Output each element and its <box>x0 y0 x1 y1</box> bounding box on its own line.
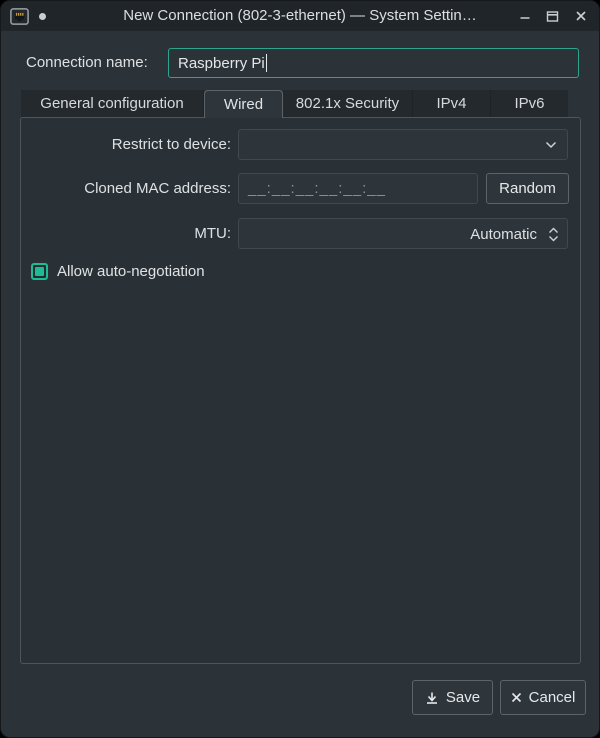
auto-negotiation-checkbox-row[interactable]: Allow auto-negotiation <box>31 263 205 280</box>
auto-negotiation-label: Allow auto-negotiation <box>57 263 205 280</box>
window-title: New Connection (802-3-ethernet) — System… <box>123 7 477 24</box>
titlebar[interactable]: New Connection (802-3-ethernet) — System… <box>1 1 599 31</box>
restrict-to-device-combobox[interactable] <box>238 129 568 160</box>
cloned-mac-input[interactable]: __:__:__:__:__:__ <box>238 173 478 204</box>
restrict-to-device-label: Restrict to device: <box>111 136 231 153</box>
connection-name-input[interactable]: Raspberry Pi <box>168 48 579 78</box>
mtu-label: MTU: <box>194 225 231 242</box>
chevron-down-icon <box>545 141 557 148</box>
cloned-mac-label: Cloned MAC address: <box>84 180 231 197</box>
tab-wired[interactable]: Wired <box>204 90 283 118</box>
tab-ipv6[interactable]: IPv6 <box>491 90 568 117</box>
tab-bar: General configuration Wired 802.1x Secur… <box>21 90 568 118</box>
text-caret <box>265 54 267 72</box>
save-button[interactable]: Save <box>412 680 493 715</box>
tab-general-configuration[interactable]: General configuration <box>21 90 204 117</box>
connection-name-label: Connection name: <box>26 54 148 71</box>
mtu-spin-buttons[interactable] <box>548 219 559 250</box>
chevron-down-icon <box>549 236 558 242</box>
close-icon[interactable] <box>574 10 587 23</box>
chevron-up-icon <box>549 227 558 233</box>
checkbox-checked-icon[interactable] <box>31 263 48 280</box>
tab-ipv4[interactable]: IPv4 <box>413 90 491 117</box>
window-menu-dot-icon[interactable] <box>39 12 46 20</box>
save-icon <box>426 692 437 704</box>
connection-name-value: Raspberry Pi <box>178 54 265 72</box>
cloned-mac-placeholder: __:__:__:__:__:__ <box>248 180 386 197</box>
cancel-button[interactable]: Cancel <box>500 680 586 715</box>
maximize-icon[interactable] <box>546 10 559 23</box>
ethernet-port-icon <box>10 7 29 25</box>
mtu-spinbox[interactable]: Automatic <box>238 218 568 249</box>
mtu-value: Automatic <box>470 226 537 243</box>
random-button[interactable]: Random <box>486 173 569 204</box>
minimize-icon[interactable] <box>518 10 531 23</box>
tab-8021x-security[interactable]: 802.1x Security <box>283 90 413 117</box>
window: New Connection (802-3-ethernet) — System… <box>0 0 600 738</box>
close-icon <box>511 692 521 703</box>
